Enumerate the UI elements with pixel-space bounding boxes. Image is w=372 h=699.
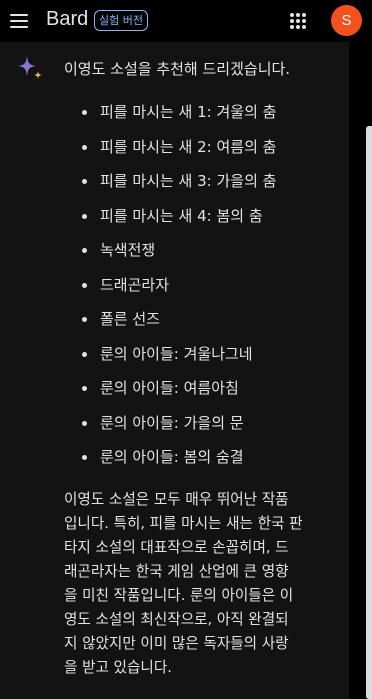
experiment-badge: 실험 버전: [94, 10, 148, 31]
list-item: 룬의 아이들: 여름아침: [82, 376, 276, 411]
apps-grid-icon[interactable]: [290, 13, 306, 29]
top-app-bar: Bard 실험 버전 S: [0, 0, 372, 42]
chat-response: 이영도 소설을 추천해 드리겠습니다. 피를 마시는 새 1: 겨울의 춤 피를…: [0, 42, 349, 699]
app-title[interactable]: Bard: [46, 8, 88, 31]
response-intro: 이영도 소설을 추천해 드리겠습니다.: [64, 60, 291, 78]
list-item: 피를 마시는 새 4: 봄의 춤: [82, 204, 276, 239]
list-item: 피를 마시는 새 1: 겨울의 춤: [82, 100, 276, 135]
list-item: 룬의 아이들: 가을의 문: [82, 411, 276, 446]
list-item: 피를 마시는 새 3: 가을의 춤: [82, 169, 276, 204]
novel-list: 피를 마시는 새 1: 겨울의 춤 피를 마시는 새 2: 여름의 춤 피를 마…: [82, 100, 276, 480]
list-item: 폴른 선즈: [82, 307, 276, 342]
response-summary: 이영도 소설은 모두 매우 뛰어난 작품 입니다. 특히, 피를 마시는 새는 …: [64, 491, 303, 676]
list-item: 드래곤라자: [82, 273, 276, 308]
account-avatar[interactable]: S: [331, 5, 362, 36]
list-item: 피를 마시는 새 2: 여름의 춤: [82, 135, 276, 170]
scrollbar-thumb[interactable]: [366, 126, 372, 699]
list-item: 룬의 아이들: 봄의 숨결: [82, 445, 276, 480]
sparkle-icon: [18, 56, 42, 79]
list-item: 룬의 아이들: 겨울나그네: [82, 342, 276, 377]
list-item: 녹색전쟁: [82, 238, 276, 273]
hamburger-menu-icon[interactable]: [10, 11, 28, 31]
